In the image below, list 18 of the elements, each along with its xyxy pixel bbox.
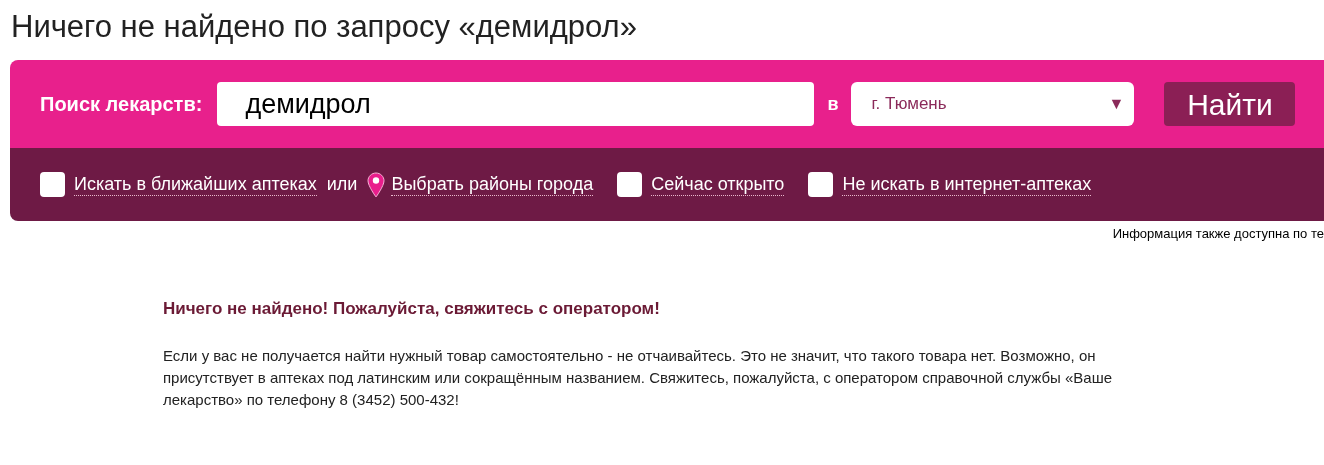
checkbox[interactable] — [808, 172, 834, 197]
message-text: Если у вас не получается найти нужный товар самостоятельно - не отчаивайтесь. Это не значит, что такого товара нет. Возможно, он присутствует в аптеках под латинским или сокращённым названием. Свяжитесь, пожалуйста, с оператором справочной службы «Ваше лекарство» по телефону 8 (3452) 500-432! — [163, 346, 1114, 410]
filter-link[interactable]: Не искать в интернет-аптеках — [842, 173, 1092, 196]
message-title: Ничего не найдено! Пожалуйста, свяжитесь с оператором! — [163, 297, 661, 320]
map-pin-icon — [367, 171, 386, 198]
page-title: Ничего не найдено по запросу «демидрол» — [10, 8, 638, 46]
districts-link[interactable]: Выбрать районы города — [391, 173, 594, 196]
find-button[interactable]: Найти — [1164, 82, 1296, 126]
city-select[interactable]: г. Тюмень ▼ — [851, 82, 1135, 126]
checkbox[interactable] — [40, 172, 65, 197]
checkbox[interactable] — [617, 172, 643, 197]
filter-link[interactable]: Искать в ближайших аптеках — [74, 173, 317, 196]
info-note: Информация также доступна по те — [1112, 225, 1324, 243]
or-text: или — [326, 173, 358, 196]
search-field[interactable]: демидрол — [217, 82, 815, 126]
search-label: Поиск лекарств: — [40, 92, 203, 117]
filter-link[interactable]: Сейчас открыто — [651, 173, 785, 196]
in-label: в — [827, 92, 839, 116]
